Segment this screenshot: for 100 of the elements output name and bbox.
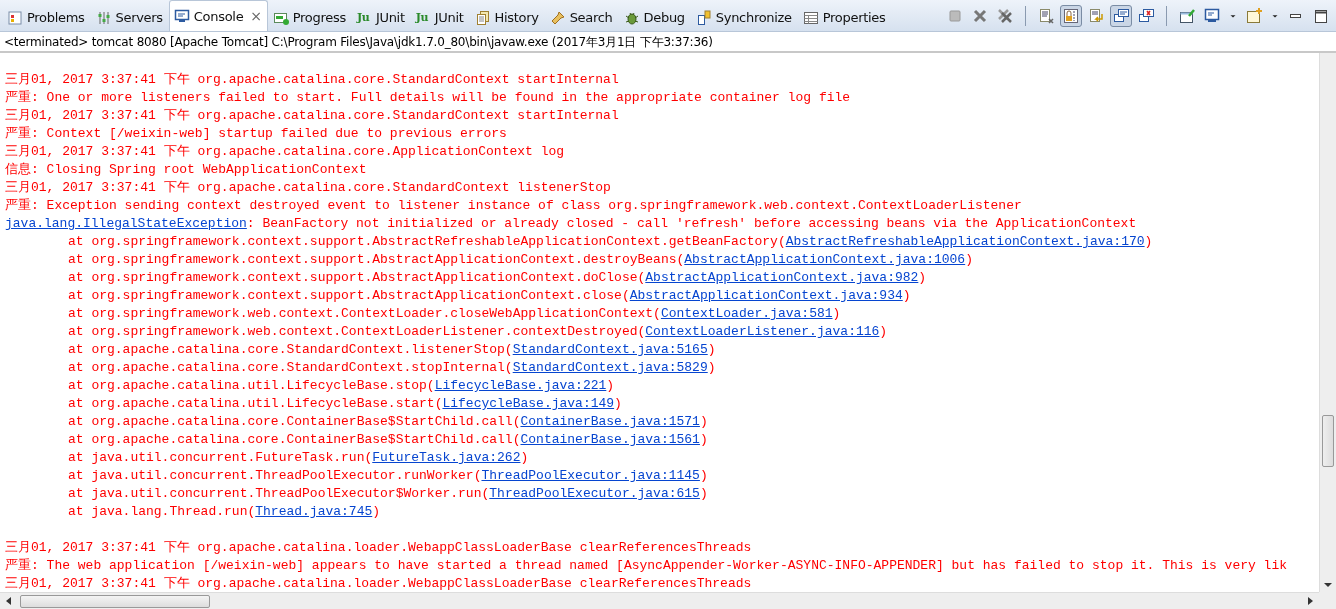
stack-frame-text: at org.apache.catalina.core.StandardContext.listenerStop( bbox=[68, 342, 513, 357]
stack-frame-text: ) bbox=[699, 486, 708, 501]
stack-frame-text: ) bbox=[832, 306, 841, 321]
tab-label: History bbox=[494, 10, 539, 25]
junit-icon: Ju bbox=[356, 11, 372, 24]
view-tab[interactable]: Console × bbox=[168, 0, 268, 31]
vertical-scrollbar[interactable] bbox=[1319, 53, 1336, 592]
source-link[interactable]: ThreadPoolExecutor.java:615 bbox=[489, 486, 700, 501]
stack-frame-text: ) bbox=[902, 288, 911, 303]
log-message: 三月01, 2017 3:37:41 下午 org.apache.catalina.core.StandardContext listenerStop bbox=[5, 180, 611, 195]
stack-frame-text: at org.springframework.context.support.AbstractApplicationContext.close( bbox=[68, 288, 630, 303]
view-tab[interactable]: Problems bbox=[2, 3, 91, 31]
view-tab[interactable]: History bbox=[469, 3, 545, 31]
horizontal-scrollbar[interactable] bbox=[0, 592, 1319, 609]
junit-icon: Ju bbox=[415, 11, 431, 24]
view-tab[interactable]: Synchronize bbox=[690, 3, 798, 31]
problems-icon bbox=[7, 9, 23, 26]
view-tab[interactable]: Debug bbox=[618, 3, 691, 31]
source-link[interactable]: AbstractApplicationContext.java:982 bbox=[645, 270, 919, 285]
stack-frame-text: at org.springframework.context.support.AbstractRefreshableApplicationContext.getBeanFactory( bbox=[68, 234, 786, 249]
log-message: 三月01, 2017 3:37:41 下午 org.apache.catalina.core.StandardContext startInternal bbox=[5, 72, 619, 87]
source-link[interactable]: LifecycleBase.java:149 bbox=[442, 396, 615, 411]
stack-frame-text: ) bbox=[918, 270, 927, 285]
tab-label: JUnit bbox=[375, 10, 405, 25]
source-link[interactable]: AbstractApplicationContext.java:934 bbox=[629, 288, 903, 303]
source-link[interactable]: ThreadPoolExecutor.java:1145 bbox=[481, 468, 700, 483]
log-message: 严重: The web application [/weixin-web] appears to have started a thread named [AsyncAppender-Worker-ASYNC-INFO-APPENDER] but has failed to stop it. This is very lik bbox=[5, 558, 1287, 573]
documents-icon bbox=[474, 9, 491, 26]
stack-frame-text: ) bbox=[699, 432, 708, 447]
stack-frame-text: at org.apache.catalina.core.ContainerBase$StartChild.call( bbox=[68, 414, 521, 429]
stack-frame-text: ) bbox=[707, 342, 716, 357]
tab-label: Progress bbox=[292, 10, 346, 25]
source-link[interactable]: ContainerBase.java:1561 bbox=[520, 432, 700, 447]
stack-frame-text: at java.util.concurrent.ThreadPoolExecutor.runWorker( bbox=[68, 468, 482, 483]
sync-icon bbox=[695, 9, 712, 26]
view-tab[interactable]: Ju JUnit bbox=[351, 3, 411, 31]
tab-label: Properties bbox=[822, 10, 886, 25]
process-description: <terminated> tomcat 8080 [Apache Tomcat] C:\Program Files\Java\jdk1.7.0_80\bin\javaw.exe (2017年3月1日 下午3:37:36) bbox=[0, 32, 1336, 53]
view-tab[interactable]: Servers bbox=[90, 3, 169, 31]
stack-frame-text: ) bbox=[707, 360, 716, 375]
tab-label: Servers bbox=[115, 10, 163, 25]
tab-label: Problems bbox=[27, 10, 85, 25]
view-tab[interactable]: Search bbox=[544, 3, 619, 31]
stack-frame-text: at java.util.concurrent.ThreadPoolExecutor$Worker.run( bbox=[68, 486, 490, 501]
stack-frame-text: at java.lang.Thread.run( bbox=[68, 504, 256, 519]
source-link[interactable]: ContextLoaderListener.java:116 bbox=[645, 324, 880, 339]
source-link[interactable]: StandardContext.java:5165 bbox=[512, 342, 708, 357]
close-tab-button[interactable]: × bbox=[250, 8, 262, 24]
scrollbar-thumb[interactable] bbox=[1322, 415, 1334, 467]
log-message: 严重: One or more listeners failed to start. Full details will be found in the appropriate container log file bbox=[5, 90, 851, 105]
stack-frame-text: at org.apache.catalina.util.LifecycleBase.start( bbox=[68, 396, 443, 411]
speech-monitor-icon[interactable] bbox=[1110, 4, 1132, 27]
log-message: 三月01, 2017 3:37:41 下午 org.apache.catalina.loader.WebappClassLoaderBase clearReferencesThreads bbox=[5, 540, 752, 555]
stack-frame-text: at org.apache.catalina.util.LifecycleBase.stop( bbox=[68, 378, 435, 393]
scroll-left-icon[interactable] bbox=[6, 597, 11, 605]
source-link[interactable]: Thread.java:745 bbox=[255, 504, 373, 519]
stack-frame-text: at org.apache.catalina.core.ContainerBase$StartChild.call( bbox=[68, 432, 521, 447]
tab-label: Debug bbox=[643, 10, 685, 25]
source-link[interactable]: AbstractRefreshableApplicationContext.java:170 bbox=[785, 234, 1145, 249]
source-link[interactable]: FutureTask.java:262 bbox=[372, 450, 521, 465]
source-link[interactable]: ContainerBase.java:1571 bbox=[520, 414, 700, 429]
stack-frame-text: ) bbox=[699, 414, 708, 429]
log-message: 信息: Closing Spring root WebApplicationContext bbox=[5, 162, 367, 177]
source-link[interactable]: java.lang.IllegalStateException bbox=[5, 216, 247, 231]
log-message: : BeanFactory not initialized or already closed - call 'refresh' before accessing beans via the ApplicationContext bbox=[246, 216, 1137, 231]
source-link[interactable]: ContextLoader.java:581 bbox=[660, 306, 833, 321]
stack-frame-text: ) bbox=[606, 378, 615, 393]
log-message: 严重: Context [/weixin-web] startup failed due to previous errors bbox=[5, 126, 507, 141]
view-tab[interactable]: Progress bbox=[267, 3, 352, 31]
source-link[interactable]: StandardContext.java:5829 bbox=[512, 360, 708, 375]
lock-icon[interactable] bbox=[1060, 4, 1082, 27]
tab-label: Search bbox=[569, 10, 613, 25]
scroll-right-icon[interactable] bbox=[1308, 597, 1313, 605]
stack-frame-text: at org.springframework.web.context.ContextLoaderListener.contextDestroyed( bbox=[68, 324, 646, 339]
log-message: 严重: Exception sending context destroyed event to listener instance of class org.springframework.web.context.ContextLoaderListener bbox=[5, 198, 1022, 213]
view-tab[interactable]: Properties bbox=[797, 3, 892, 31]
scrollbar-thumb[interactable] bbox=[20, 595, 210, 608]
stack-frame-text: ) bbox=[965, 252, 973, 267]
stack-frame-text: at org.apache.catalina.core.StandardContext.stopInternal( bbox=[68, 360, 513, 375]
stack-frame-text: at org.springframework.web.context.ContextLoader.closeWebApplicationContext( bbox=[68, 306, 661, 321]
view-tab[interactable]: Ju JUnit bbox=[410, 3, 470, 31]
tab-label: JUnit bbox=[434, 10, 464, 25]
stack-frame-text: ) bbox=[372, 504, 381, 519]
stack-frame-text: ) bbox=[1144, 234, 1153, 249]
stack-frame-text: at org.springframework.context.support.AbstractApplicationContext.destroyBeans( bbox=[68, 252, 685, 267]
log-message: 三月01, 2017 3:37:41 下午 org.apache.catalina.core.ApplicationContext log bbox=[5, 144, 565, 159]
table-icon bbox=[802, 9, 819, 26]
monitor-icon bbox=[173, 8, 190, 24]
stack-frame-text: ) bbox=[699, 468, 708, 483]
tab-label: Console bbox=[193, 8, 244, 24]
source-link[interactable]: AbstractApplicationContext.java:1006 bbox=[684, 252, 966, 267]
log-message: 三月01, 2017 3:37:41 下午 org.apache.catalina.loader.WebappClassLoaderBase clearReferencesThreads bbox=[5, 576, 752, 591]
log-message: 三月01, 2017 3:37:41 下午 org.apache.catalina.core.StandardContext startInternal bbox=[5, 108, 619, 123]
stack-frame-text: ) bbox=[520, 450, 529, 465]
scroll-down-icon[interactable] bbox=[1324, 583, 1332, 588]
source-link[interactable]: LifecycleBase.java:221 bbox=[434, 378, 607, 393]
stack-frame-text: at java.util.concurrent.FutureTask.run( bbox=[68, 450, 373, 465]
stack-frame-text: ) bbox=[614, 396, 622, 411]
stack-frame-text: ) bbox=[879, 324, 888, 339]
flashlight-icon bbox=[549, 9, 566, 26]
